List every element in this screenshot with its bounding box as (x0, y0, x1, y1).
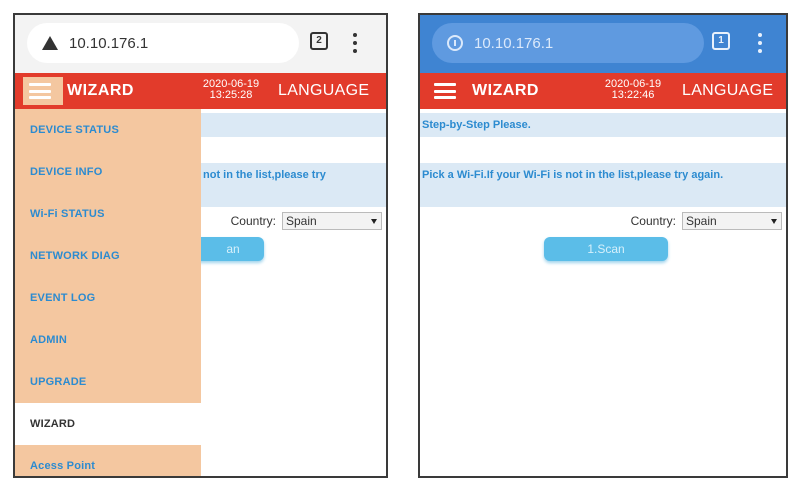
browser-toolbar: 10.10.176.1 2 (15, 15, 386, 73)
step-text: Step-by-Step Please. (422, 119, 531, 131)
wizard-content: Step-by-Step Please. Pick a Wi-Fi.If you… (420, 109, 786, 476)
drawer-item-event-log[interactable]: EVENT LOG (15, 277, 201, 319)
header-datetime: 2020-06-19 13:22:46 (593, 79, 673, 101)
left-phone-screen: 10.10.176.1 2 WIZARD 2020-06-19 13:25:28… (13, 13, 388, 478)
address-bar[interactable]: 10.10.176.1 (27, 23, 299, 63)
info-circle-icon (446, 34, 464, 52)
step-banner: Step-by-Step Please. (420, 113, 786, 137)
browser-toolbar: 10.10.176.1 1 (420, 15, 786, 73)
page-title: WIZARD (472, 82, 539, 99)
header-time: 13:22:46 (611, 89, 655, 101)
tab-switcher-icon[interactable]: 1 (712, 32, 730, 50)
drawer-item-wifi-status[interactable]: Wi-Fi STATUS (15, 193, 201, 235)
tab-switcher-icon[interactable]: 2 (310, 32, 328, 50)
url-text: 10.10.176.1 (69, 34, 149, 52)
tab-count: 2 (316, 35, 322, 46)
pick-wifi-text: not in the list,please try (203, 169, 326, 181)
drawer-item-admin[interactable]: ADMIN (15, 319, 201, 361)
app-header: WIZARD 2020-06-19 13:22:46 LANGUAGE (420, 73, 786, 109)
country-select[interactable]: Spain (682, 212, 782, 230)
pick-wifi-text: Pick a Wi-Fi.If your Wi-Fi is not in the… (422, 169, 724, 181)
page-title: WIZARD (67, 82, 134, 99)
country-select[interactable]: Spain (282, 212, 382, 230)
country-label: Country: (230, 214, 276, 228)
drawer-item-upgrade[interactable]: UPGRADE (15, 361, 201, 403)
url-text: 10.10.176.1 (474, 34, 554, 52)
header-time: 13:25:28 (209, 89, 253, 101)
app-header: WIZARD 2020-06-19 13:25:28 LANGUAGE (15, 73, 386, 109)
language-menu[interactable]: LANGUAGE (682, 82, 773, 100)
header-datetime: 2020-06-19 13:25:28 (191, 79, 271, 101)
scan-button-label: an (226, 242, 240, 256)
drawer-item-wizard[interactable]: WIZARD (15, 403, 201, 445)
country-value: Spain (686, 214, 717, 228)
drawer-item-device-status[interactable]: DEVICE STATUS (15, 109, 201, 151)
scan-button-label: 1.Scan (587, 242, 625, 256)
scan-button[interactable]: 1.Scan (544, 237, 668, 261)
country-row: Country: Spain (631, 212, 782, 230)
country-value: Spain (286, 214, 317, 228)
hamburger-icon[interactable] (29, 83, 51, 99)
country-label: Country: (630, 214, 676, 228)
browser-menu-icon[interactable] (757, 33, 763, 53)
drawer-item-network-diag[interactable]: NETWORK DIAG (15, 235, 201, 277)
browser-menu-icon[interactable] (352, 33, 358, 53)
drawer-item-access-point[interactable]: Acess Point (15, 445, 201, 476)
warning-triangle-icon (41, 34, 59, 52)
nav-drawer: DEVICE STATUS DEVICE INFO Wi-Fi STATUS N… (15, 109, 201, 476)
country-row: Country: Spain (231, 212, 382, 230)
tab-count: 1 (718, 35, 724, 46)
address-bar[interactable]: 10.10.176.1 (432, 23, 704, 63)
drawer-item-device-info[interactable]: DEVICE INFO (15, 151, 201, 193)
pick-wifi-banner: Pick a Wi-Fi.If your Wi-Fi is not in the… (420, 163, 786, 207)
hamburger-icon[interactable] (434, 83, 456, 99)
language-menu[interactable]: LANGUAGE (278, 82, 369, 100)
right-phone-screen: 10.10.176.1 1 WIZARD 2020-06-19 13:22:46… (418, 13, 788, 478)
